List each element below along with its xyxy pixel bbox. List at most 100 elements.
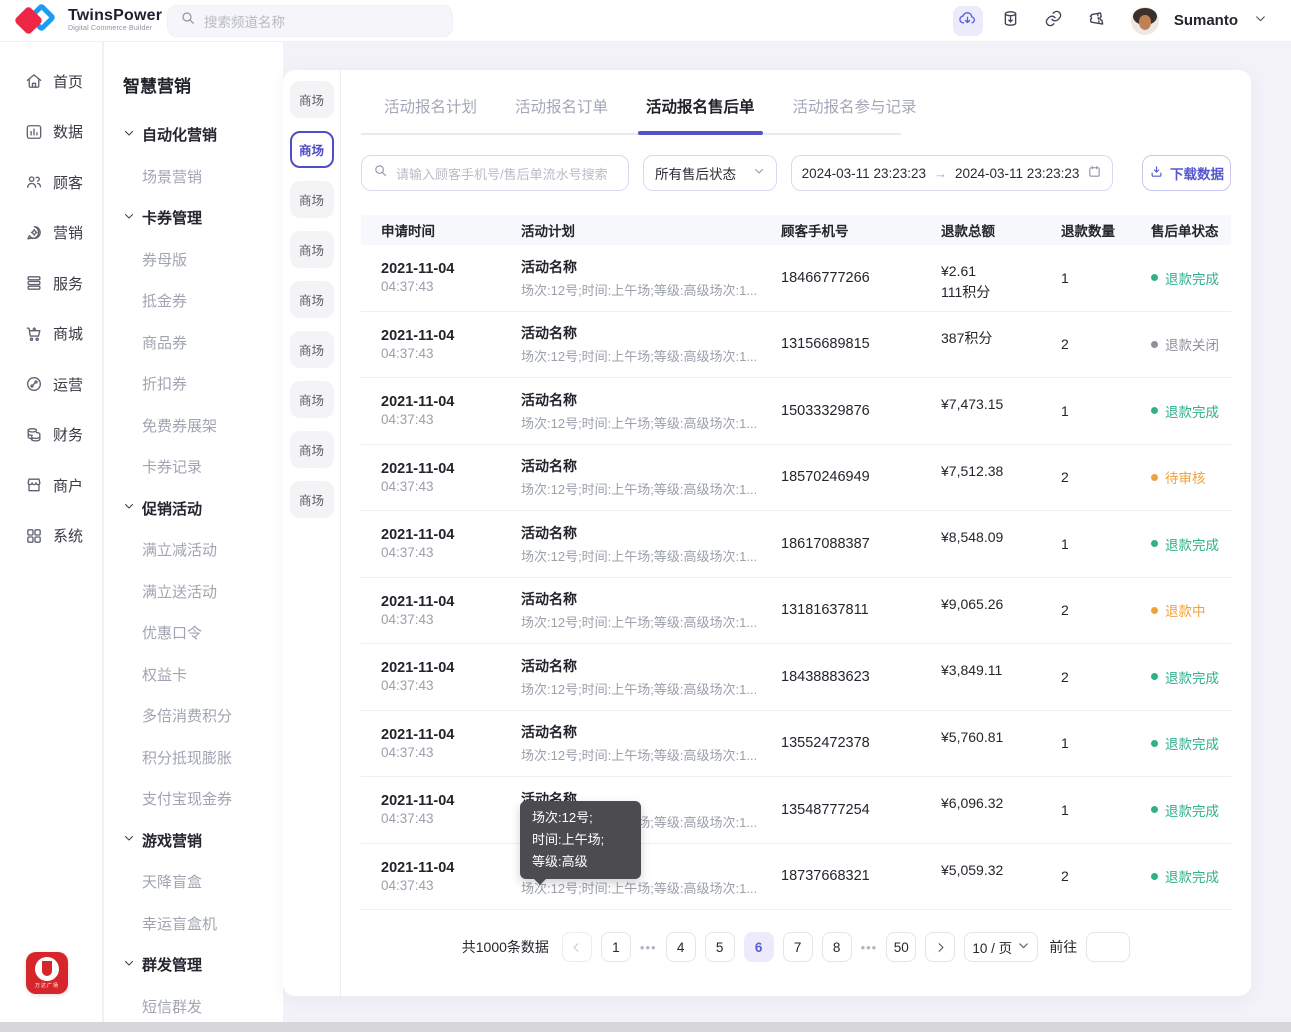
- submenu-group[interactable]: 卡券管理: [123, 197, 283, 239]
- column-header: 活动计划: [521, 224, 575, 239]
- chevron-down-icon: [1254, 12, 1267, 30]
- channel-search-input[interactable]: 搜索频道名称: [167, 4, 453, 37]
- goto-page-input[interactable]: [1086, 932, 1131, 962]
- submenu-item[interactable]: 卡券记录: [123, 446, 283, 488]
- submenu-item[interactable]: 支付宝现金券: [123, 778, 283, 820]
- submenu-item[interactable]: 免费券展架: [123, 405, 283, 447]
- user-avatar[interactable]: [1130, 6, 1159, 35]
- page-size-select[interactable]: 10 / 页: [964, 932, 1039, 962]
- status-dot-icon: [1151, 340, 1158, 348]
- table-row[interactable]: 2021-11-0404:37:43活动名称场次:12号;时间:上午场;等级:高…: [361, 644, 1231, 711]
- page-button-5[interactable]: 5: [704, 932, 735, 962]
- table-row[interactable]: 2021-11-0404:37:43活动名称场次:12号;时间:上午场;等级:高…: [361, 312, 1231, 378]
- mall-badge[interactable]: 商场: [289, 431, 334, 468]
- cell-status: 退款关闭: [1151, 334, 1231, 354]
- tab-活动报名订单[interactable]: 活动报名订单: [515, 85, 608, 133]
- mall-badge[interactable]: 商场: [289, 281, 334, 318]
- ticket-button[interactable]: [1082, 6, 1112, 36]
- tab-活动报名计划[interactable]: 活动报名计划: [384, 85, 477, 133]
- submenu-item[interactable]: 积分抵现膨胀: [123, 737, 283, 779]
- submenu-item[interactable]: 优惠口令: [123, 612, 283, 654]
- nav-item-home[interactable]: 首页: [0, 56, 102, 107]
- next-page-button[interactable]: [925, 932, 956, 962]
- nav-item-service[interactable]: 服务: [0, 258, 102, 309]
- mall-badge[interactable]: 商场: [289, 331, 334, 368]
- nav-item-merchant[interactable]: 商户: [0, 460, 102, 511]
- table-row[interactable]: 2021-11-0404:37:43活动名称场次:12号;时间:上午场;等级:高…: [361, 777, 1231, 844]
- cell-status: 退款完成: [1151, 268, 1231, 288]
- mall-badge[interactable]: 商场: [289, 481, 334, 518]
- mall-badge[interactable]: 商场: [289, 181, 334, 218]
- page-button-4[interactable]: 4: [665, 932, 696, 962]
- date-range-picker[interactable]: 2024-03-11 23:23:23 → 2024-03-11 23:23:2…: [791, 155, 1113, 191]
- submenu-item[interactable]: 短信群发: [123, 986, 283, 1023]
- status-label: 退款完成: [1165, 870, 1219, 886]
- refund-amount-line: ¥2.61: [941, 263, 977, 279]
- refund-amount-line: ¥5,760.81: [941, 728, 1004, 745]
- column-header: 申请时间: [381, 224, 435, 239]
- table-row[interactable]: 2021-11-0404:37:43活动名称场次:12号;时间:上午场;等级:高…: [361, 844, 1231, 910]
- prev-page-button[interactable]: [561, 932, 592, 962]
- plan-subtitle: 场次:12号;时间:上午场;等级:高级场次:1...: [521, 748, 756, 764]
- cell-plan: 活动名称场次:12号;时间:上午场;等级:高级场次:1...: [521, 390, 781, 432]
- mall-badge[interactable]: 商场: [289, 81, 334, 118]
- brand[interactable]: TwinsPower Digital Commerce Builder: [0, 2, 165, 40]
- submenu-item[interactable]: 抵金券: [123, 280, 283, 322]
- status-select-value: 所有售后状态: [655, 167, 736, 182]
- submenu-group[interactable]: 群发管理: [123, 944, 283, 986]
- link-button[interactable]: [1039, 6, 1069, 36]
- submenu-item[interactable]: 天降盲盒: [123, 861, 283, 903]
- refund-amount-line: ¥3,849.11: [941, 662, 1003, 678]
- nav-item-system[interactable]: 系统: [0, 511, 102, 562]
- submenu-group[interactable]: 游戏营销: [123, 820, 283, 862]
- database-button[interactable]: [996, 6, 1026, 36]
- nav-item-marketing[interactable]: 营销: [0, 208, 102, 259]
- nav-item-ops[interactable]: 运营: [0, 359, 102, 410]
- cloud-download-button[interactable]: [952, 5, 983, 36]
- submenu-item[interactable]: 权益卡: [123, 654, 283, 696]
- table-row[interactable]: 2021-11-0404:37:43活动名称场次:12号;时间:上午场;等级:高…: [361, 711, 1231, 777]
- nav-item-mall[interactable]: 商城: [0, 309, 102, 360]
- table-row[interactable]: 2021-11-0404:37:43活动名称场次:12号;时间:上午场;等级:高…: [361, 511, 1231, 578]
- mall-badge[interactable]: 商场: [289, 131, 334, 168]
- user-menu-toggle[interactable]: [1251, 6, 1269, 36]
- status-label: 退款完成: [1165, 537, 1219, 553]
- page-button-7[interactable]: 7: [782, 932, 813, 962]
- tab-活动报名参与记录[interactable]: 活动报名参与记录: [793, 85, 917, 133]
- submenu-item[interactable]: 券母版: [123, 239, 283, 281]
- table-row[interactable]: 2021-11-0404:37:43活动名称场次:12号;时间:上午场;等级:高…: [361, 578, 1231, 644]
- primary-nav-list: 首页 数据顾客营销 服务 商城 运营 财务 商户 系统: [0, 56, 102, 561]
- nav-item-label: 顾客: [53, 174, 84, 192]
- page-button-1[interactable]: 1: [600, 932, 631, 962]
- submenu-item[interactable]: 折扣券: [123, 363, 283, 405]
- download-data-button[interactable]: 下载数据: [1142, 155, 1231, 191]
- tab-活动报名售后单[interactable]: 活动报名售后单: [638, 85, 763, 135]
- submenu-group[interactable]: 促销活动: [123, 488, 283, 530]
- primary-nav: 首页 数据 顾客 营销 服务 商城 运营 财务 商户 系统 万达广场: [0, 42, 103, 1022]
- page-button-8[interactable]: 8: [821, 932, 852, 962]
- arrow-right-icon: →: [934, 165, 947, 181]
- submenu-item[interactable]: 满立减活动: [123, 529, 283, 571]
- submenu-item[interactable]: 满立送活动: [123, 571, 283, 613]
- status-select[interactable]: 所有售后状态: [643, 155, 777, 191]
- submenu-item[interactable]: 商品券: [123, 322, 283, 364]
- aftersale-search-input[interactable]: 请输入顾客手机号/售后单流水号搜索: [361, 155, 629, 191]
- nav-item-users[interactable]: 顾客: [0, 157, 102, 208]
- table-row[interactable]: 2021-11-0404:37:43活动名称场次:12号;时间:上午场;等级:高…: [361, 245, 1231, 312]
- page-button-6[interactable]: 6: [743, 932, 774, 962]
- cell-status: 退款完成: [1151, 733, 1231, 753]
- submenu-item[interactable]: 场景营销: [123, 156, 283, 198]
- cell-phone: 13552472378: [781, 735, 870, 752]
- mall-badge[interactable]: 商场: [289, 231, 334, 268]
- page-button-50[interactable]: 50: [886, 932, 917, 962]
- submenu-item[interactable]: 多倍消费积分: [123, 695, 283, 737]
- submenu-item[interactable]: 幸运盲盒机: [123, 903, 283, 945]
- mall-badge[interactable]: 商场: [289, 381, 334, 418]
- table-row[interactable]: 2021-11-0404:37:43活动名称场次:12号;时间:上午场;等级:高…: [361, 445, 1231, 511]
- nav-item-chart[interactable]: 数据: [0, 107, 102, 158]
- table-row[interactable]: 2021-11-0404:37:43活动名称场次:12号;时间:上午场;等级:高…: [361, 378, 1231, 445]
- user-name[interactable]: Sumanto: [1174, 12, 1238, 29]
- submenu-group[interactable]: 自动化营销: [123, 114, 283, 156]
- nav-item-finance[interactable]: 财务: [0, 410, 102, 461]
- plan-subtitle: 场次:12号;时间:上午场;等级:高级场次:1...: [521, 349, 756, 365]
